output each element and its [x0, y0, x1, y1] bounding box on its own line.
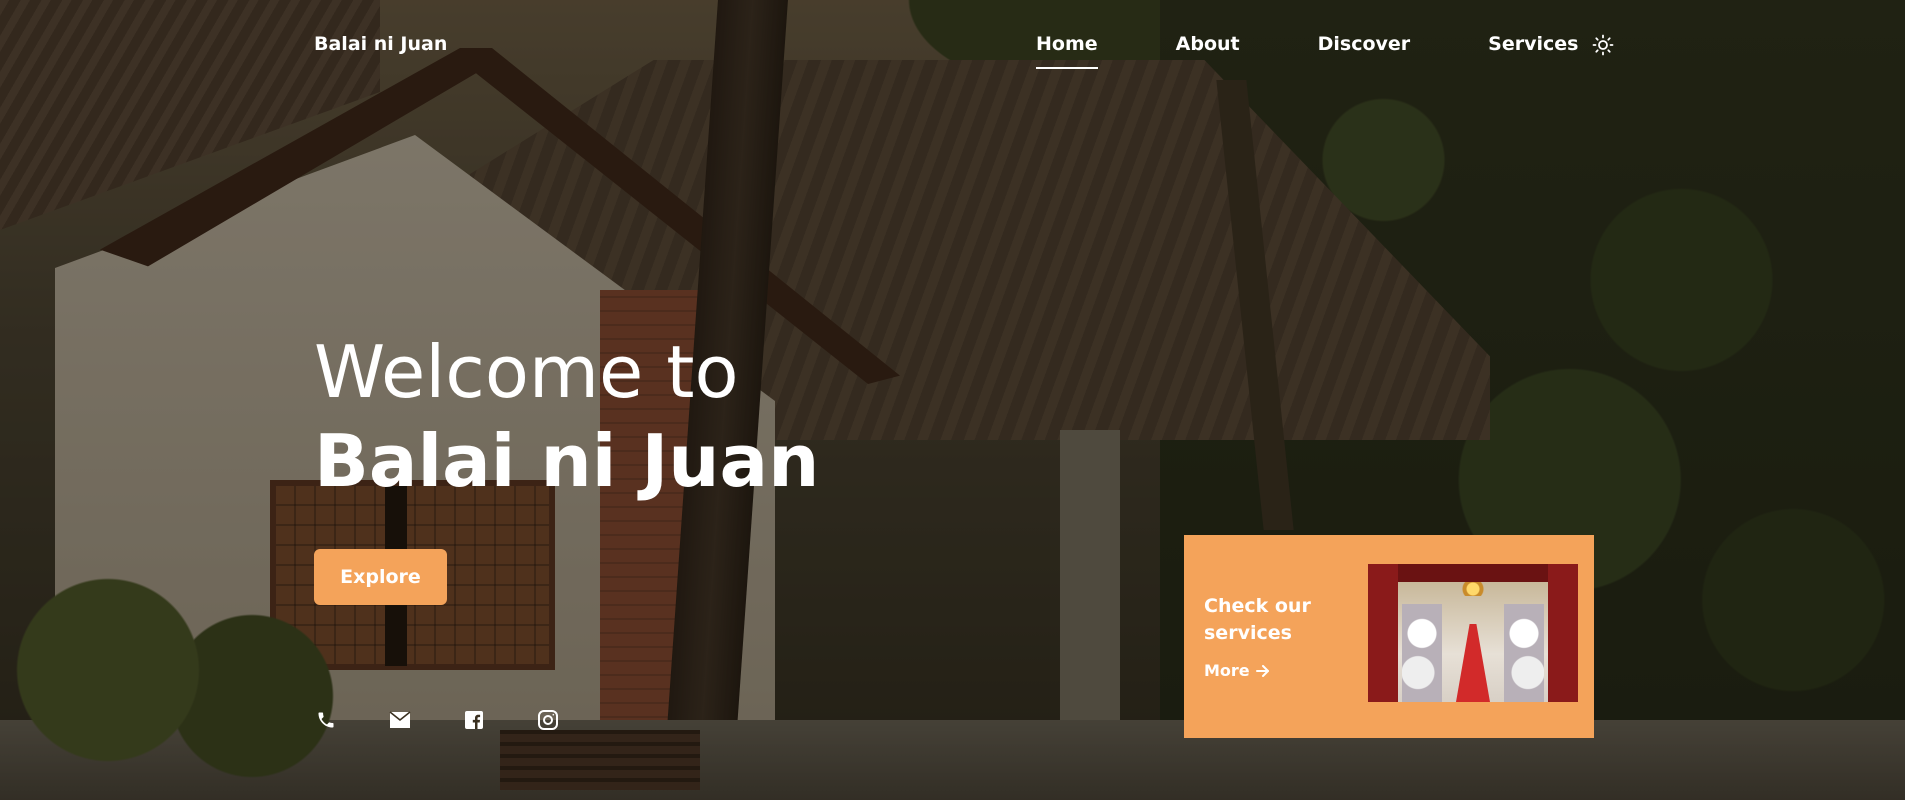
hero-heading: Welcome to Balai ni Juan	[314, 330, 819, 508]
facebook-icon[interactable]	[462, 708, 486, 732]
services-card[interactable]: Check our services More	[1184, 535, 1594, 738]
arrow-right-icon	[1255, 664, 1269, 677]
nav-about-link[interactable]: About	[1176, 33, 1240, 69]
nav-discover-link[interactable]: Discover	[1318, 33, 1411, 69]
brand-logo-link[interactable]: Balai ni Juan	[314, 33, 447, 55]
sun-icon[interactable]	[1592, 34, 1614, 56]
nav-home-link[interactable]: Home	[1036, 33, 1098, 69]
services-more-label: More	[1204, 661, 1250, 680]
background-dark-overlay	[0, 0, 1905, 800]
social-links	[314, 708, 610, 732]
image-flowers	[1402, 604, 1442, 702]
image-flowers	[1504, 604, 1544, 702]
image-curtain	[1548, 564, 1578, 702]
site-header: Balai ni Juan Home About Discover Servic…	[0, 0, 1905, 90]
hero-title-line1: Welcome to	[314, 330, 739, 414]
wedding-hall-image	[1368, 564, 1578, 702]
instagram-icon[interactable]	[536, 708, 560, 732]
image-chandelier	[1460, 582, 1486, 596]
main-nav: Home About Discover Services	[1036, 33, 1614, 69]
image-curtain-top	[1368, 564, 1578, 582]
explore-button[interactable]: Explore	[314, 549, 447, 605]
hero-background-image	[0, 0, 1905, 800]
hero-title-line2: Balai ni Juan	[314, 419, 820, 503]
services-more-link[interactable]: More	[1204, 661, 1270, 680]
nav-services-link[interactable]: Services	[1488, 33, 1578, 69]
services-card-title: Check our services	[1204, 595, 1311, 644]
image-curtain	[1368, 564, 1398, 702]
phone-icon[interactable]	[314, 708, 338, 732]
mail-icon[interactable]	[388, 708, 412, 732]
